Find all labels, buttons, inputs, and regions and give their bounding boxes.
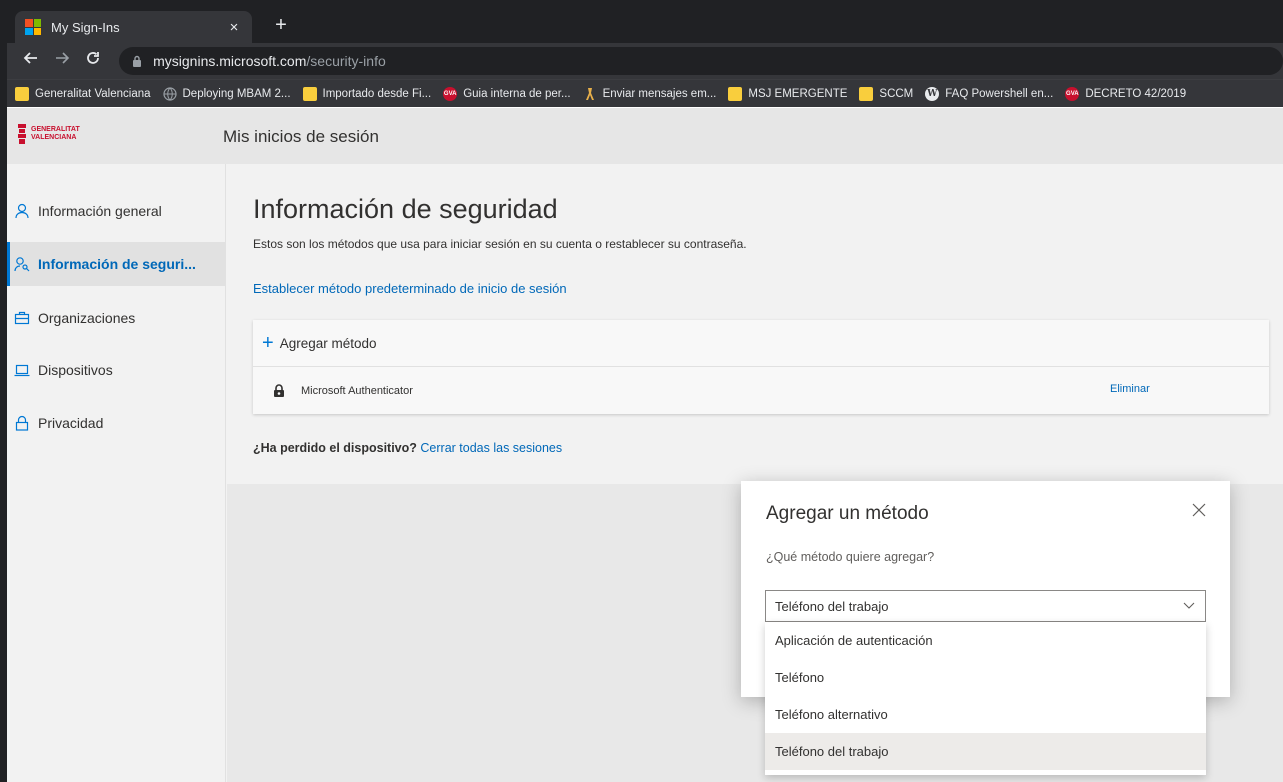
dropdown-option[interactable]: Teléfono alternativo: [765, 696, 1206, 733]
page-subtitle: Estos son los métodos que usa para inici…: [253, 237, 747, 251]
bookmark-item[interactable]: Generalitat Valenciana: [15, 86, 151, 101]
logo-line-1: GENERALITAT: [31, 126, 80, 133]
set-default-method-link[interactable]: Establecer método predeterminado de inic…: [253, 281, 567, 296]
url-path: /security-info: [306, 53, 386, 69]
method-name: Microsoft Authenticator: [301, 384, 413, 397]
bookmark-label: Importado desde Fi...: [322, 87, 432, 100]
browser-tab[interactable]: My Sign-Ins ×: [15, 11, 252, 43]
person-key-icon: [14, 257, 30, 272]
close-dialog-button[interactable]: [1189, 501, 1209, 521]
method-select[interactable]: Teléfono del trabajo: [765, 590, 1206, 622]
bookmark-item[interactable]: GVA Guia interna de per...: [443, 86, 571, 101]
gva-logo[interactable]: GENERALITAT VALENCIANA: [17, 122, 80, 146]
bookmark-label: DECRETO 42/2019: [1085, 87, 1187, 100]
bookmark-label: MSJ EMERGENTE: [748, 87, 848, 100]
plus-icon: +: [262, 332, 274, 354]
dropdown-option[interactable]: Aplicación de autenticación: [765, 622, 1206, 659]
bookmark-item[interactable]: Deploying MBAM 2...: [162, 86, 291, 101]
forward-arrow-icon: [56, 52, 70, 64]
chevron-down-icon: [1183, 602, 1195, 609]
bookmark-item[interactable]: Importado desde Fi...: [302, 86, 432, 101]
reload-button[interactable]: [80, 47, 107, 75]
method-dropdown-list: Aplicación de autenticación Teléfono Tel…: [765, 622, 1206, 775]
back-arrow-icon: [23, 52, 37, 64]
back-button[interactable]: [17, 47, 44, 75]
sidebar: Información general Información de segur…: [7, 164, 226, 782]
folder-icon: [728, 86, 743, 101]
bookmark-item[interactable]: SCCM: [859, 86, 914, 101]
sidebar-item-label: Dispositivos: [38, 362, 113, 378]
add-method-label: Agregar método: [279, 335, 377, 351]
close-tab-icon[interactable]: ×: [226, 19, 242, 36]
add-method-button[interactable]: + Agregar método: [253, 320, 1269, 367]
bookmark-label: Guia interna de per...: [463, 87, 571, 100]
browser-toolbar: mysignins.microsoft.com/security-info: [7, 43, 1283, 79]
gva-logo-icon: GVA: [1065, 86, 1080, 101]
bookmark-label: Enviar mensajes em...: [602, 87, 717, 100]
reload-icon: [87, 52, 100, 64]
laptop-icon: [14, 364, 30, 377]
bookmark-item[interactable]: Enviar mensajes em...: [583, 87, 717, 101]
address-bar[interactable]: mysignins.microsoft.com/security-info: [119, 47, 1283, 75]
logo-line-2: VALENCIANA: [31, 134, 77, 141]
bookmark-label: FAQ Powershell en...: [945, 87, 1054, 100]
sidebar-item-label: Privacidad: [38, 415, 104, 431]
gva-logo-icon: GVA: [443, 86, 458, 101]
bookmark-label: Deploying MBAM 2...: [182, 87, 291, 100]
gva-emblem-icon: [18, 124, 26, 144]
url-host: mysignins.microsoft.com: [153, 53, 307, 69]
bookmark-item[interactable]: MSJ EMERGENTE: [728, 86, 848, 101]
bookmarks-bar: Generalitat Valenciana Deploying MBAM 2.…: [7, 79, 1283, 107]
person-icon: [15, 203, 29, 219]
sidebar-item-security-info[interactable]: Información de seguri...: [7, 242, 226, 286]
app-title: Mis inicios de sesión: [223, 127, 379, 146]
close-icon: [1192, 503, 1206, 517]
bookmark-label: Generalitat Valenciana: [35, 87, 151, 100]
dialog-question: ¿Qué método quiere agregar?: [766, 550, 935, 564]
page-title: Información de seguridad: [253, 194, 558, 224]
sidebar-item-devices[interactable]: Dispositivos: [7, 348, 226, 392]
folder-icon: [859, 86, 874, 101]
new-tab-button[interactable]: +: [269, 13, 293, 37]
forward-button[interactable]: [48, 47, 75, 75]
browser-window: My Sign-Ins × + mysignins.microsoft.com /…: [7, 7, 1283, 782]
microsoft-logo-icon: [25, 19, 41, 35]
globe-icon: [162, 86, 177, 101]
sidebar-item-organizations[interactable]: Organizaciones: [7, 296, 226, 340]
lock-icon: [15, 415, 29, 431]
folder-icon: [15, 86, 29, 101]
tab-title: My Sign-Ins: [51, 19, 120, 35]
dialog-title: Agregar un método: [766, 503, 929, 524]
dropdown-option[interactable]: Teléfono: [765, 659, 1206, 696]
sidebar-item-privacy[interactable]: Privacidad: [7, 401, 226, 445]
sidebar-item-label: Información general: [38, 203, 162, 219]
ribbon-icon: [585, 87, 594, 100]
delete-method-link[interactable]: Eliminar: [1110, 383, 1150, 395]
dropdown-option-selected[interactable]: Teléfono del trabajo: [765, 733, 1206, 770]
sign-out-everywhere-link[interactable]: Cerrar todas las sesiones: [420, 441, 562, 455]
app-header: GENERALITAT VALENCIANA Mis inicios de se…: [7, 108, 1283, 164]
sidebar-item-overview[interactable]: Información general: [7, 189, 226, 233]
methods-card: + Agregar método Microsoft Authenticator…: [253, 320, 1269, 414]
bookmark-label: SCCM: [879, 87, 914, 100]
sidebar-item-label: Información de seguri...: [38, 256, 196, 272]
folder-icon: [302, 86, 317, 101]
bookmark-item[interactable]: W FAQ Powershell en...: [925, 86, 1054, 101]
authenticator-lock-icon: [274, 384, 284, 397]
lost-device-text: ¿Ha perdido el dispositivo? Cerrar todas…: [253, 441, 562, 455]
padlock-icon: [133, 55, 142, 67]
tab-strip: My Sign-Ins × +: [7, 7, 1283, 43]
bookmark-item[interactable]: GVA DECRETO 42/2019: [1065, 86, 1187, 101]
wordpress-icon: W: [925, 86, 940, 101]
sidebar-item-label: Organizaciones: [38, 310, 136, 326]
method-select-value: Teléfono del trabajo: [775, 598, 889, 614]
method-row: Microsoft Authenticator Eliminar: [253, 367, 1269, 414]
lost-device-question: ¿Ha perdido el dispositivo?: [253, 441, 417, 455]
main-panel: Información de seguridad Estos son los m…: [227, 164, 1283, 484]
briefcase-icon: [14, 311, 30, 325]
